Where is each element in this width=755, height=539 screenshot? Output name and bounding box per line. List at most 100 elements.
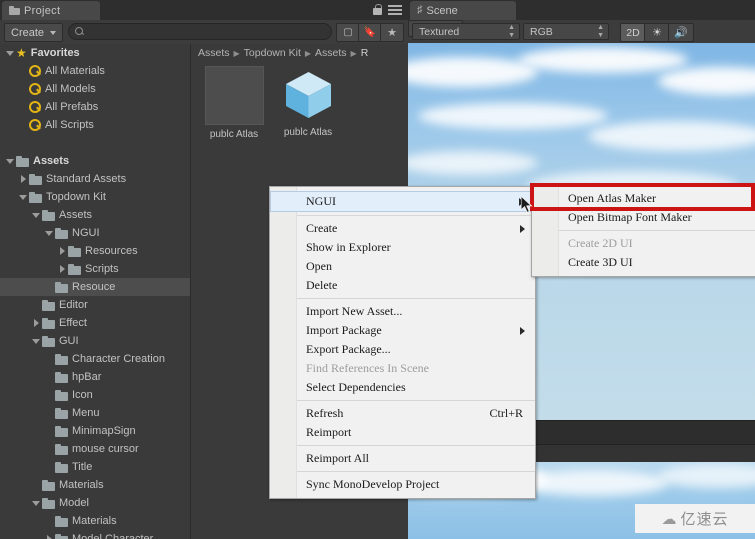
menu-item-open-atlas-maker[interactable]: Open Atlas Maker <box>532 189 755 208</box>
search-field[interactable] <box>68 23 332 40</box>
breadcrumb-item[interactable]: Assets <box>315 47 347 59</box>
menu-item-delete[interactable]: Delete <box>270 276 535 295</box>
chevron-down-icon[interactable] <box>30 338 42 344</box>
menu-separator <box>559 230 755 231</box>
chevron-down-icon[interactable] <box>4 50 16 56</box>
menu-item-reimport[interactable]: Reimport <box>270 423 535 442</box>
menu-item-shortcut: Ctrl+R <box>489 406 523 420</box>
menu-item-reimport-all[interactable]: Reimport All <box>270 449 535 468</box>
menu-item-create[interactable]: Create <box>270 219 535 238</box>
menu-item-import-package[interactable]: Import Package <box>270 321 535 340</box>
tab-project-label: Project <box>24 4 61 17</box>
tree-item-all-scripts[interactable]: All Scripts <box>0 116 190 134</box>
menu-item-label: Open Atlas Maker <box>568 191 656 205</box>
chevron-down-icon[interactable] <box>43 230 55 236</box>
tree-item-topdown-kit[interactable]: Topdown Kit <box>0 188 190 206</box>
tree-item-all-models[interactable]: All Models <box>0 80 190 98</box>
asset-grid[interactable]: publc Atlas publc Atlas <box>191 62 408 162</box>
tab-scene-label: Scene <box>426 4 458 17</box>
tree-item-editor[interactable]: Editor <box>0 296 190 314</box>
breadcrumb-item[interactable]: Assets <box>198 47 230 59</box>
breadcrumb-item[interactable]: Topdown Kit <box>244 47 301 59</box>
tab-project[interactable]: Project <box>2 1 100 20</box>
star-icon[interactable]: ★ <box>380 23 404 42</box>
menu-item-ngui[interactable]: NGUI <box>270 191 535 212</box>
menu-item-label: Export Package... <box>306 342 391 356</box>
chevron-right-icon[interactable] <box>17 175 29 183</box>
folder-icon <box>42 479 55 491</box>
tree-item-character-creation[interactable]: Character Creation <box>0 350 190 368</box>
menu-item-show-in-explorer[interactable]: Show in Explorer <box>270 238 535 257</box>
menu-item-open[interactable]: Open <box>270 257 535 276</box>
tree-item-hpbar[interactable]: hpBar <box>0 368 190 386</box>
asset-item[interactable]: publc Atlas <box>203 66 265 162</box>
tree-item-ngui[interactable]: NGUI <box>0 224 190 242</box>
menu-item-open-bitmap-font-maker[interactable]: Open Bitmap Font Maker <box>532 208 755 227</box>
context-menu[interactable]: NGUI Create Show in Explorer Open Delete Impo… <box>269 186 536 499</box>
chevron-down-icon[interactable] <box>30 500 42 506</box>
tree-item-effect[interactable]: Effect <box>0 314 190 332</box>
folder-icon <box>55 389 68 401</box>
ngui-submenu[interactable]: Open Atlas Maker Open Bitmap Font Maker Cr… <box>531 184 755 277</box>
chevron-right-icon[interactable] <box>56 265 68 273</box>
tree-item-materials[interactable]: Materials <box>0 512 190 530</box>
chevron-down-icon[interactable] <box>30 212 42 218</box>
menu-item-label: Create <box>306 221 338 235</box>
tree-item-minimapsign[interactable]: MinimapSign <box>0 422 190 440</box>
tree-item-resouce[interactable]: Resouce <box>0 278 190 296</box>
chevron-right-icon[interactable] <box>30 319 42 327</box>
tree-item-mouse-cursor[interactable]: mouse cursor <box>0 440 190 458</box>
tree-item-assets[interactable]: Assets <box>0 206 190 224</box>
breadcrumb[interactable]: Assets ▶ Topdown Kit ▶ Assets ▶ R <box>191 44 408 62</box>
menu-item-refresh[interactable]: Refresh Ctrl+R <box>270 404 535 423</box>
tree-item-icon[interactable]: Icon <box>0 386 190 404</box>
menu-item-import-new-asset[interactable]: Import New Asset... <box>270 302 535 321</box>
menu-item-select-dependencies[interactable]: Select Dependencies <box>270 378 535 397</box>
tree-item-label: All Prefabs <box>45 101 99 113</box>
menu-item-sync-monodevelop-project[interactable]: Sync MonoDevelop Project <box>270 475 535 494</box>
tree-item-label: Assets <box>33 155 70 167</box>
tree-item-label: Standard Assets <box>46 173 127 185</box>
tree-item-gui[interactable]: GUI <box>0 332 190 350</box>
mouse-cursor-icon <box>521 196 533 214</box>
tree-item-favorites[interactable]: ★ Favorites <box>0 44 190 62</box>
draw-mode-dropdown[interactable]: Textured ▲ ▼ <box>412 23 520 40</box>
filter-by-label-icon[interactable]: 🔖 <box>358 23 382 42</box>
menu-item-export-package[interactable]: Export Package... <box>270 340 535 359</box>
project-tree[interactable]: ★ Favorites All Materials All Models All Pre… <box>0 44 191 539</box>
asset-item[interactable]: publc Atlas <box>277 66 339 162</box>
hamburger-menu-icon[interactable] <box>388 5 402 15</box>
chevron-down-icon[interactable] <box>17 194 29 200</box>
color-mode-dropdown[interactable]: RGB ▲ ▼ <box>523 23 609 40</box>
menu-item-label: Import Package <box>306 323 382 337</box>
chevron-right-icon[interactable] <box>43 535 55 539</box>
tree-item-menu[interactable]: Menu <box>0 404 190 422</box>
create-button[interactable]: Create <box>4 23 64 42</box>
toggle-2d-mode[interactable]: 2D <box>620 23 646 42</box>
tab-scene[interactable]: ♯ Scene <box>410 1 516 20</box>
color-mode-value: RGB <box>530 25 553 38</box>
menu-separator <box>297 445 535 446</box>
tree-item-model-character[interactable]: Model Character <box>0 530 190 539</box>
menu-item-create-3d-ui[interactable]: Create 3D UI <box>532 253 755 272</box>
tree-item-all-prefabs[interactable]: All Prefabs <box>0 98 190 116</box>
tree-item-materials[interactable]: Materials <box>0 476 190 494</box>
tree-item-label: Materials <box>72 515 117 527</box>
speaker-icon[interactable]: 🔊 <box>668 23 694 42</box>
tree-item-resources[interactable]: Resources <box>0 242 190 260</box>
search-input[interactable] <box>88 25 322 38</box>
sun-icon[interactable]: ☀ <box>644 23 670 42</box>
tree-item-title[interactable]: Title <box>0 458 190 476</box>
tree-item-assets[interactable]: Assets <box>0 152 190 170</box>
tree-item-model[interactable]: Model <box>0 494 190 512</box>
chevron-down-icon[interactable] <box>4 158 16 164</box>
filter-by-type-icon[interactable]: ▢ <box>336 23 360 42</box>
tree-item-standard-assets[interactable]: Standard Assets <box>0 170 190 188</box>
menu-item-label: Reimport All <box>306 451 369 465</box>
tree-item-label: hpBar <box>72 371 102 383</box>
breadcrumb-item[interactable]: R <box>361 47 369 59</box>
lock-icon[interactable] <box>373 4 382 15</box>
tree-item-all-materials[interactable]: All Materials <box>0 62 190 80</box>
chevron-right-icon[interactable] <box>56 247 68 255</box>
tree-item-scripts[interactable]: Scripts <box>0 260 190 278</box>
